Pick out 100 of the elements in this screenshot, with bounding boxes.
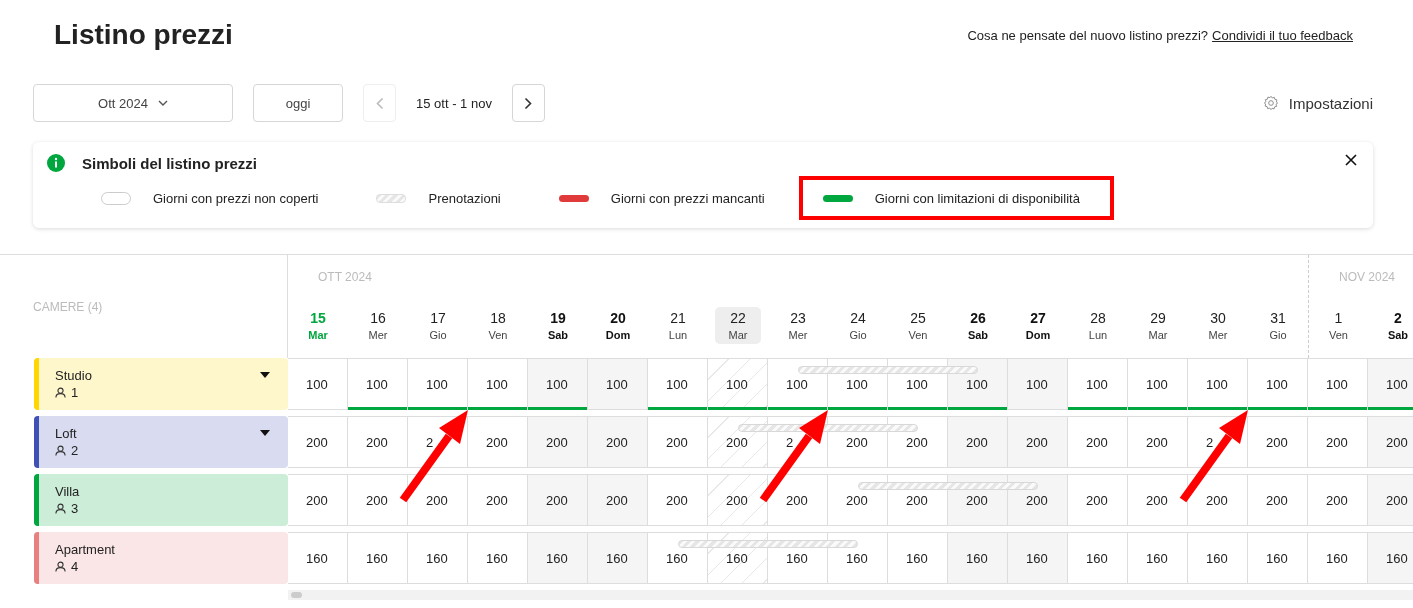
day-header[interactable]: 31 Gio [1255, 307, 1301, 344]
price-value[interactable]: 200 [366, 434, 388, 450]
price-value[interactable]: 200 [426, 492, 448, 508]
price-value[interactable]: 100 [546, 376, 568, 392]
price-value[interactable]: 100 [486, 376, 508, 392]
price-value[interactable]: 100 [366, 376, 388, 392]
price-value[interactable]: 200 [1086, 492, 1108, 508]
price-value[interactable]: 200 [546, 492, 568, 508]
price-value[interactable]: 160 [426, 550, 448, 566]
price-value[interactable]: 160 [666, 550, 688, 566]
feedback-link[interactable]: Condividi il tuo feedback [1212, 27, 1353, 43]
day-header[interactable]: 17 Gio [415, 307, 461, 344]
day-header[interactable]: 20 Dom [595, 307, 641, 344]
price-value[interactable]: 200 [846, 434, 868, 450]
month-dropdown[interactable]: Ott 2024 [33, 84, 233, 122]
room-label[interactable]: Villa 3 [34, 474, 288, 526]
day-header[interactable]: 21 Lun [655, 307, 701, 344]
price-value[interactable]: 200 [486, 492, 508, 508]
price-value[interactable]: 200 [606, 434, 628, 450]
day-header[interactable]: 26 Sab [955, 307, 1001, 344]
price-value[interactable]: 160 [366, 550, 388, 566]
price-value[interactable]: 200 [786, 492, 808, 508]
price-value[interactable]: 100 [306, 376, 328, 392]
price-value[interactable]: 200 [1266, 434, 1288, 450]
room-label[interactable]: Apartment 4 [34, 532, 288, 584]
price-value[interactable]: 200 [1386, 434, 1408, 450]
price-value[interactable]: 100 [1146, 376, 1168, 392]
price-value[interactable]: 200 [1206, 492, 1228, 508]
day-header[interactable]: 16 Mer [355, 307, 401, 344]
day-header[interactable]: 19 Sab [535, 307, 581, 344]
price-value[interactable]: 200 [726, 434, 748, 450]
day-header[interactable]: 30 Mer [1195, 307, 1241, 344]
day-header[interactable]: 29 Mar [1135, 307, 1181, 344]
price-value[interactable]: 200 [366, 492, 388, 508]
price-value[interactable]: 200 [486, 434, 508, 450]
price-value[interactable]: 160 [1206, 550, 1228, 566]
price-value[interactable]: 160 [786, 550, 808, 566]
price-value[interactable]: 200 [966, 434, 988, 450]
price-value[interactable]: 100 [846, 376, 868, 392]
day-header[interactable]: 18 Ven [475, 307, 521, 344]
price-value[interactable]: 160 [906, 550, 928, 566]
room-label[interactable]: Studio 1 [34, 358, 288, 410]
price-value[interactable]: 160 [1266, 550, 1288, 566]
price-value[interactable]: 100 [606, 376, 628, 392]
price-value[interactable]: 100 [1266, 376, 1288, 392]
price-value[interactable]: 160 [846, 550, 868, 566]
settings-button[interactable]: Impostazioni [1262, 94, 1373, 112]
price-value[interactable]: 100 [666, 376, 688, 392]
price-value[interactable]: 200 [666, 492, 688, 508]
price-value[interactable]: 160 [1146, 550, 1168, 566]
price-value[interactable]: 100 [1206, 376, 1228, 392]
price-value[interactable]: 200 [1326, 434, 1348, 450]
day-header[interactable]: 25 Ven [895, 307, 941, 344]
price-value[interactable]: 200 [846, 492, 868, 508]
price-value[interactable]: 100 [1326, 376, 1348, 392]
day-header[interactable]: 28 Lun [1075, 307, 1121, 344]
price-value[interactable]: 160 [726, 550, 748, 566]
price-value[interactable]: 160 [486, 550, 508, 566]
price-value[interactable]: 200 [546, 434, 568, 450]
price-value[interactable]: 200 [1146, 434, 1168, 450]
price-value[interactable]: 160 [1386, 550, 1408, 566]
day-header[interactable]: 22 Mar [715, 307, 761, 344]
day-header[interactable]: 24 Gio [835, 307, 881, 344]
price-value[interactable]: 100 [426, 376, 448, 392]
price-value[interactable]: 200 [966, 492, 988, 508]
price-value[interactable]: 100 [726, 376, 748, 392]
day-header[interactable]: 2 Sab [1375, 307, 1413, 344]
price-value[interactable]: 200 [1026, 492, 1048, 508]
price-value[interactable]: 160 [606, 550, 628, 566]
price-value[interactable]: 100 [1086, 376, 1108, 392]
day-header[interactable]: 1 Ven [1315, 307, 1362, 344]
price-value[interactable]: 200 [1146, 492, 1168, 508]
price-value[interactable]: 200 [906, 492, 928, 508]
room-label[interactable]: Loft 2 [34, 416, 288, 468]
price-value[interactable]: 200 [1026, 434, 1048, 450]
today-button[interactable]: oggi [253, 84, 343, 122]
price-value[interactable]: 160 [1086, 550, 1108, 566]
price-value[interactable]: 2 [1206, 434, 1214, 450]
price-value[interactable]: 100 [1026, 376, 1048, 392]
price-value[interactable]: 160 [306, 550, 328, 566]
price-value[interactable]: 200 [906, 434, 928, 450]
price-value[interactable]: 100 [1386, 376, 1408, 392]
price-value[interactable]: 160 [546, 550, 568, 566]
price-value[interactable]: 100 [966, 376, 988, 392]
price-value[interactable]: 200 [1086, 434, 1108, 450]
price-value[interactable]: 200 [726, 492, 748, 508]
price-value[interactable]: 2 [426, 434, 434, 450]
price-value[interactable]: 200 [1326, 492, 1348, 508]
price-value[interactable]: 100 [786, 376, 808, 392]
price-value[interactable]: 200 [1266, 492, 1288, 508]
price-value[interactable]: 160 [966, 550, 988, 566]
day-header[interactable]: 23 Mer [775, 307, 821, 344]
price-value[interactable]: 2 [786, 434, 794, 450]
price-value[interactable]: 160 [1326, 550, 1348, 566]
price-value[interactable]: 200 [306, 492, 328, 508]
price-value[interactable]: 200 [606, 492, 628, 508]
price-value[interactable]: 200 [306, 434, 328, 450]
price-value[interactable]: 200 [1386, 492, 1408, 508]
price-value[interactable]: 160 [1026, 550, 1048, 566]
price-value[interactable]: 200 [666, 434, 688, 450]
